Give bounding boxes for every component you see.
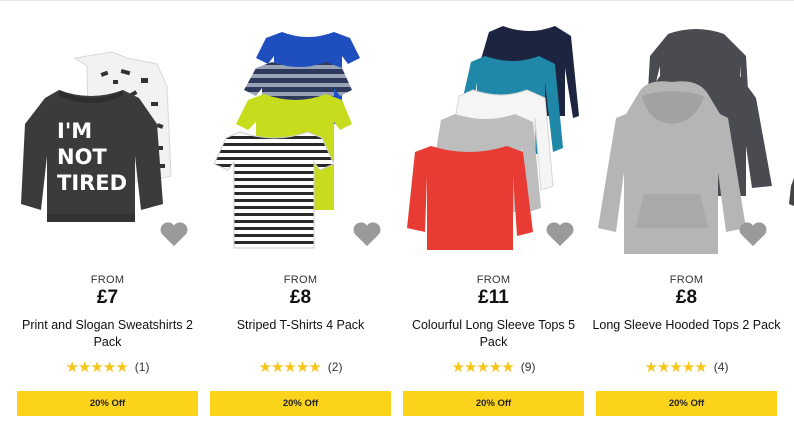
product-card[interactable]: I'M NOT TIRED FROM £7 Print and Slogan S… (17, 0, 198, 431)
offer-badge[interactable]: 20% Off (17, 391, 198, 416)
rating: ★★★★★ (1) (17, 358, 198, 376)
heart-icon[interactable] (352, 220, 382, 248)
product-title[interactable]: Colourful Long Sleeve Tops 5 Pack (399, 317, 588, 351)
star-icon: ★★★★★ (65, 359, 129, 376)
next-product-image[interactable] (787, 0, 794, 260)
slogan-line-1: I'M (57, 119, 92, 143)
offer-badge[interactable]: 20% Off (403, 391, 584, 416)
rating: ★★★★★ (4) (596, 358, 777, 376)
heart-icon[interactable] (159, 220, 189, 248)
star-icon: ★★★★★ (451, 359, 515, 376)
review-count: (9) (520, 360, 536, 374)
from-label: FROM (90, 274, 125, 286)
star-icon: ★★★★★ (644, 359, 708, 376)
from-label: FROM (283, 274, 318, 286)
star-icon: ★★★★★ (258, 359, 322, 376)
product-title[interactable]: Striped T-Shirts 4 Pack (206, 317, 395, 334)
product-card[interactable]: FROM £8 Striped T-Shirts 4 Pack ★★★★★ (2)… (210, 0, 391, 431)
product-card[interactable]: FROM £8 Long Sleeve Hooded Tops 2 Pack ★… (592, 0, 781, 431)
review-count: (2) (327, 360, 343, 374)
rating: ★★★★★ (9) (403, 358, 584, 376)
rating: ★★★★★ (2) (210, 358, 391, 376)
product-price: £8 (675, 287, 698, 308)
product-price: £8 (289, 287, 312, 308)
product-price: £7 (96, 287, 119, 308)
offer-badge[interactable]: 20% Off (596, 391, 777, 416)
review-count: (4) (713, 360, 729, 374)
from-label: FROM (476, 274, 511, 286)
product-title[interactable]: Print and Slogan Sweatshirts 2 Pack (13, 317, 202, 351)
heart-icon[interactable] (545, 220, 575, 248)
slogan-line-2: NOT (57, 145, 107, 169)
from-label: FROM (669, 274, 704, 286)
heart-icon[interactable] (738, 220, 768, 248)
slogan-line-3: TIRED (57, 171, 127, 195)
offer-badge[interactable]: 20% Off (210, 391, 391, 416)
review-count: (1) (134, 360, 150, 374)
product-title[interactable]: Long Sleeve Hooded Tops 2 Pack (592, 317, 781, 334)
product-card[interactable]: FROM £11 Colourful Long Sleeve Tops 5 Pa… (403, 0, 584, 431)
product-price: £11 (478, 287, 509, 308)
